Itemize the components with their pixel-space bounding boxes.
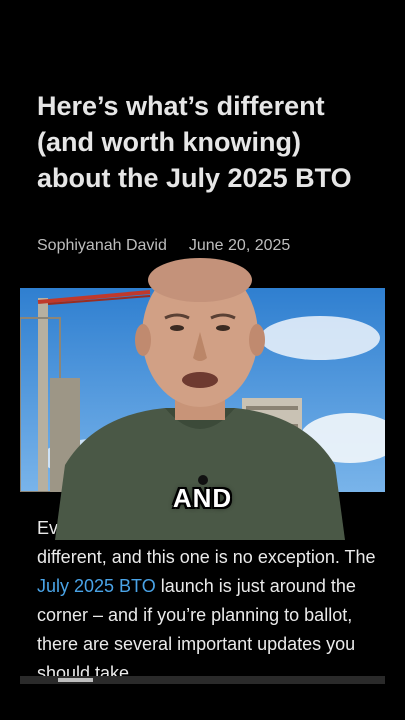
article-title: Here’s what’s different (and worth knowi… — [37, 91, 352, 193]
scroll-indicator[interactable] — [20, 676, 385, 684]
video-caption: AND — [172, 483, 233, 513]
bto-link[interactable]: July 2025 BTO — [37, 576, 156, 596]
article-body: Every BTO launch is just a little bit di… — [37, 514, 377, 688]
scroll-handle[interactable] — [58, 678, 93, 682]
